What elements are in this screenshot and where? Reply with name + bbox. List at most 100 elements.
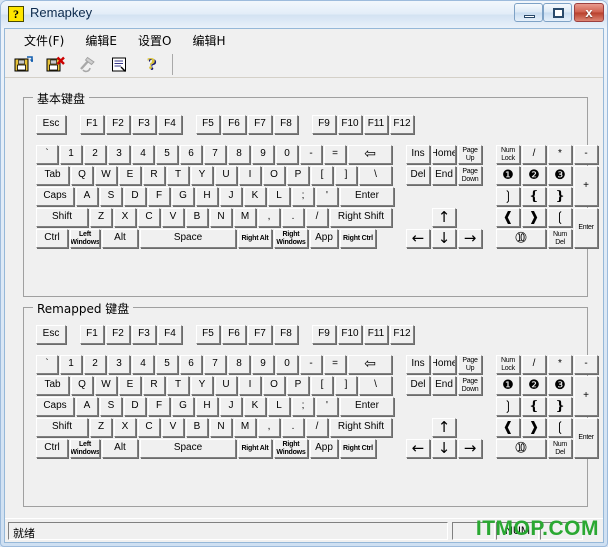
numpad-del[interactable]: Num Del <box>548 229 572 248</box>
numpad-k[interactable]: - <box>574 355 598 374</box>
key-page-up[interactable]: Page Up <box>458 145 482 164</box>
key-arrow-up[interactable]: ↑ <box>432 418 456 437</box>
key-b[interactable]: B <box>186 208 208 227</box>
numpad-3[interactable]: ❲ <box>548 418 572 437</box>
key-b[interactable]: B <box>186 418 208 437</box>
key-1[interactable]: 1 <box>60 355 82 374</box>
key-f12[interactable]: F12 <box>390 325 414 344</box>
numpad-plus[interactable]: + <box>574 166 598 206</box>
numpad-9[interactable]: ❸ <box>548 376 572 395</box>
key-app[interactable]: App <box>310 439 338 458</box>
key-x[interactable]: X <box>114 418 136 437</box>
key-f9[interactable]: F9 <box>312 325 336 344</box>
key-arrow-left[interactable]: ← <box>406 229 430 248</box>
numpad-6[interactable]: ❵ <box>548 397 572 416</box>
key-del[interactable]: Del <box>406 376 430 395</box>
save-layout-button[interactable] <box>11 53 37 77</box>
key-f5[interactable]: F5 <box>196 115 220 134</box>
numpad-k[interactable]: - <box>574 145 598 164</box>
key-f7[interactable]: F7 <box>248 325 272 344</box>
key-f5[interactable]: F5 <box>196 325 220 344</box>
numpad-enter[interactable]: Enter <box>574 418 598 458</box>
key-k[interactable]: [ <box>311 376 333 395</box>
key-8[interactable]: 8 <box>228 145 250 164</box>
key-k[interactable]: ` <box>36 145 58 164</box>
numpad-7[interactable]: ❶ <box>496 376 520 395</box>
key-v[interactable]: V <box>162 418 184 437</box>
key-arrow-down[interactable]: ↓ <box>432 439 456 458</box>
key-k[interactable]: = <box>324 145 346 164</box>
key-5[interactable]: 5 <box>156 355 178 374</box>
key-f6[interactable]: F6 <box>222 325 246 344</box>
key-f1[interactable]: F1 <box>80 115 104 134</box>
key-7[interactable]: 7 <box>204 355 226 374</box>
numpad-del[interactable]: Num Del <box>548 439 572 458</box>
key-i[interactable]: I <box>239 166 261 185</box>
key-ctrl[interactable]: Ctrl <box>36 439 68 458</box>
numpad-4[interactable]: ❳ <box>496 187 520 206</box>
key-k[interactable]: ' <box>316 397 338 416</box>
key-s[interactable]: S <box>100 397 122 416</box>
key-4[interactable]: 4 <box>132 355 154 374</box>
key-arrow-down[interactable]: ↓ <box>432 229 456 248</box>
key-t[interactable]: T <box>167 166 189 185</box>
key-m[interactable]: M <box>234 418 256 437</box>
key-k[interactable]: . <box>282 208 304 227</box>
numpad-k[interactable]: / <box>522 145 546 164</box>
key-tab[interactable]: Tab <box>36 166 69 185</box>
numpad-num-lock[interactable]: Num Lock <box>496 355 520 374</box>
key-alt[interactable]: Alt <box>102 229 138 248</box>
key-r[interactable]: R <box>143 376 165 395</box>
key-f3[interactable]: F3 <box>132 325 156 344</box>
key-page-up[interactable]: Page Up <box>458 355 482 374</box>
numpad-0[interactable]: ➉ <box>496 229 546 248</box>
numpad-5[interactable]: ❴ <box>522 187 546 206</box>
key-g[interactable]: G <box>172 397 194 416</box>
numpad-3[interactable]: ❲ <box>548 208 572 227</box>
key-j[interactable]: J <box>220 187 242 206</box>
key-g[interactable]: G <box>172 187 194 206</box>
key-f4[interactable]: F4 <box>158 115 182 134</box>
key-k[interactable]: ] <box>335 166 357 185</box>
view-report-button[interactable] <box>107 53 133 77</box>
key-z[interactable]: Z <box>90 208 112 227</box>
key-0[interactable]: 0 <box>276 355 298 374</box>
key-alt[interactable]: Alt <box>102 439 138 458</box>
key-h[interactable]: H <box>196 187 218 206</box>
key-space[interactable]: Space <box>140 439 236 458</box>
key-f8[interactable]: F8 <box>274 115 298 134</box>
key-3[interactable]: 3 <box>108 355 130 374</box>
numpad-6[interactable]: ❵ <box>548 187 572 206</box>
key-j[interactable]: J <box>220 397 242 416</box>
key-f10[interactable]: F10 <box>338 325 362 344</box>
key-2[interactable]: 2 <box>84 145 106 164</box>
numpad-4[interactable]: ❳ <box>496 397 520 416</box>
numpad-5[interactable]: ❴ <box>522 397 546 416</box>
key-p[interactable]: P <box>287 166 309 185</box>
key-shift[interactable]: Shift <box>36 208 88 227</box>
key-a[interactable]: A <box>76 187 98 206</box>
numpad-k[interactable]: / <box>522 355 546 374</box>
key-f10[interactable]: F10 <box>338 115 362 134</box>
menu-file[interactable]: 文件(F) <box>15 29 73 51</box>
key-k[interactable]: , <box>258 418 280 437</box>
key-k[interactable]: [ <box>311 166 333 185</box>
key-9[interactable]: 9 <box>252 145 274 164</box>
key-n[interactable]: N <box>210 418 232 437</box>
key-app[interactable]: App <box>310 229 338 248</box>
key-enter[interactable]: Enter <box>340 397 394 416</box>
key-m[interactable]: M <box>234 208 256 227</box>
key-k[interactable]: ' <box>316 187 338 206</box>
key-s[interactable]: S <box>100 187 122 206</box>
key-h[interactable]: H <box>196 397 218 416</box>
key-o[interactable]: O <box>263 166 285 185</box>
key-backspace[interactable]: ⇦ <box>348 145 392 164</box>
key-q[interactable]: Q <box>71 166 93 185</box>
key-k[interactable]: = <box>324 355 346 374</box>
key-f4[interactable]: F4 <box>158 325 182 344</box>
restore-layout-button[interactable] <box>43 53 69 77</box>
key-u[interactable]: U <box>215 376 237 395</box>
key-k[interactable]: K <box>244 187 266 206</box>
key-k[interactable]: , <box>258 208 280 227</box>
key-k[interactable]: - <box>300 355 322 374</box>
